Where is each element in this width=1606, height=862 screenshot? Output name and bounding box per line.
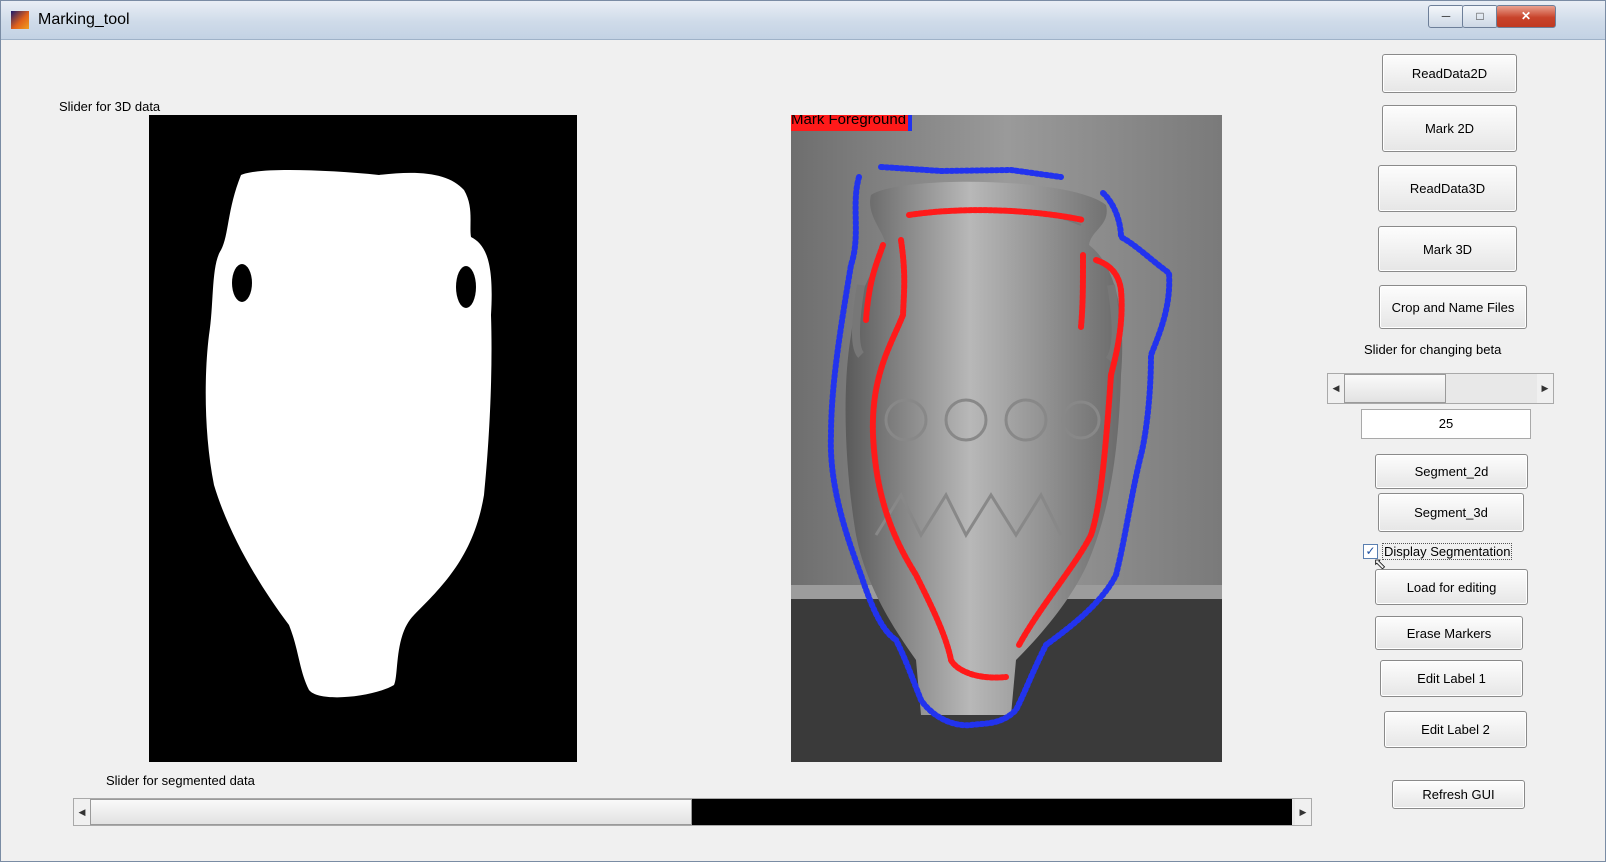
beta-right-arrow-icon[interactable]: ▶	[1537, 374, 1553, 403]
slider-beta-label: Slider for changing beta	[1364, 342, 1502, 357]
segment-2d-button[interactable]: Segment_2d	[1375, 454, 1528, 489]
mark-3d-button[interactable]: Mark 3D	[1378, 226, 1517, 272]
maximize-icon[interactable]: □	[1462, 5, 1498, 28]
beta-left-arrow-icon[interactable]: ◀	[1328, 374, 1344, 403]
matlab-icon	[11, 11, 29, 29]
slider-right-arrow-icon[interactable]: ▶	[1295, 799, 1311, 825]
title-bar: Marking_tool ─ □ ✕	[1, 1, 1605, 40]
read-data-2d-button[interactable]: ReadData2D	[1382, 54, 1517, 93]
segment-3d-button[interactable]: Segment_3d	[1378, 493, 1524, 532]
beta-slider-thumb[interactable]	[1344, 374, 1446, 403]
load-for-editing-button[interactable]: Load for editing	[1375, 569, 1528, 605]
crop-and-name-files-button[interactable]: Crop and Name Files	[1379, 285, 1527, 329]
segmented-slider-track[interactable]	[692, 799, 1292, 825]
mark-2d-button[interactable]: Mark 2D	[1382, 105, 1517, 152]
mark-foreground-label: Mark Foreground	[791, 115, 913, 131]
slider-segmented-label: Slider for segmented data	[106, 773, 255, 788]
segmented-slider-thumb[interactable]	[90, 799, 692, 825]
figure-area: Slider for 3D data Mark Foreground Slide…	[1, 40, 1605, 861]
image-axes[interactable]: Mark Foreground	[791, 115, 1222, 762]
minimize-icon[interactable]: ─	[1428, 5, 1464, 28]
slider-left-arrow-icon[interactable]: ◀	[74, 799, 90, 825]
marking-tool-window: Marking_tool ─ □ ✕ Slider for 3D data Ma…	[0, 0, 1606, 862]
beta-slider[interactable]: ◀ ▶	[1327, 373, 1554, 404]
erase-markers-button[interactable]: Erase Markers	[1375, 616, 1523, 650]
slider-3d-label: Slider for 3D data	[59, 99, 161, 114]
window-title: Marking_tool	[38, 11, 130, 28]
segmentation-mask	[205, 170, 492, 698]
beta-value-field[interactable]: 25	[1361, 409, 1531, 439]
close-icon[interactable]: ✕	[1496, 5, 1556, 28]
display-segmentation-label[interactable]: Display Segmentation	[1382, 543, 1513, 560]
amphora-image	[791, 115, 1222, 762]
edit-label-2-button[interactable]: Edit Label 2	[1384, 711, 1527, 748]
segmented-data-slider[interactable]: ◀ ▶	[73, 798, 1312, 826]
read-data-3d-button[interactable]: ReadData3D	[1378, 165, 1517, 212]
refresh-gui-button[interactable]: Refresh GUI	[1392, 780, 1525, 809]
edit-label-1-button[interactable]: Edit Label 1	[1380, 660, 1523, 697]
segmentation-mask-axes[interactable]	[149, 115, 577, 762]
